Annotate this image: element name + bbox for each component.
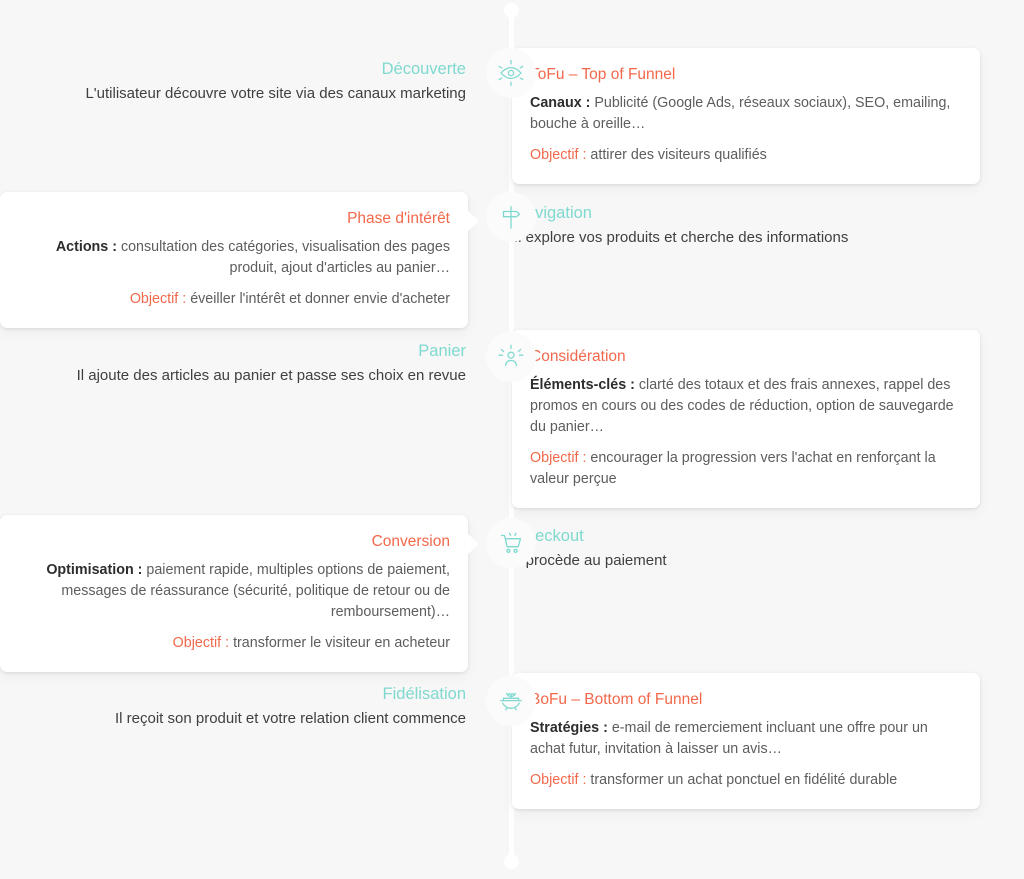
- stage-block-navigation: Navigation Il explore vos produits et ch…: [512, 192, 980, 248]
- stage-title-loyalty: Fidélisation: [382, 685, 466, 703]
- signpost-navigation-icon: [497, 203, 525, 231]
- icon-bubble-consideration: [486, 332, 536, 382]
- card-block-tofu: ToFu – Top of Funnel Canaux : Publicité …: [501, 48, 980, 184]
- timeline-node-checkout[interactable]: [486, 518, 536, 568]
- card-body-objectif: attirer des visiteurs qualifiés: [586, 146, 767, 163]
- stage-block-loyalty: Fidélisation Il reçoit son produit et vo…: [0, 673, 468, 729]
- icon-bubble-discovery: [486, 48, 536, 98]
- card-title-bofu: BoFu – Bottom of Funnel: [530, 691, 703, 708]
- caring-hands-loyalty-icon: [496, 686, 526, 716]
- stage-text-navigation: Navigation Il explore vos produits et ch…: [512, 192, 980, 248]
- card-lead-canaux: Canaux :: [530, 94, 591, 111]
- icon-bubble-checkout: [486, 518, 536, 568]
- icon-bubble-navigation: [486, 192, 536, 242]
- card-paragraph-actions: Actions : consultation des catégories, v…: [18, 237, 450, 279]
- timeline-end-dot: [504, 854, 519, 869]
- stage-description-checkout: Il procède au paiement: [514, 552, 667, 570]
- stage-description-cart: Il ajoute des articles au panier et pass…: [76, 367, 466, 385]
- stage-description-discovery: L'utilisateur découvre votre site via de…: [85, 85, 466, 103]
- stage-block-discovery: Découverte L'utilisateur découvre votre …: [0, 48, 468, 104]
- card-paragraph-optimisation: Optimisation : paiement rapide, multiple…: [18, 560, 450, 623]
- card-title-interest: Phase d'intérêt: [347, 210, 450, 227]
- stage-text-checkout: Checkout Il procède au paiement: [512, 515, 980, 571]
- card-paragraph-objectif: Objectif : transformer le visiteur en ac…: [18, 633, 450, 654]
- stage-description-navigation: Il explore vos produits et cherche des i…: [514, 229, 849, 247]
- detail-card-conversion[interactable]: Conversion Optimisation : paiement rapid…: [0, 515, 479, 672]
- card-block-interest: Phase d'intérêt Actions : consultation d…: [0, 192, 479, 328]
- card-body-objectif: encourager la progression vers l'achat e…: [530, 449, 936, 487]
- card-title-consideration: Considération: [530, 348, 626, 365]
- user-consideration-icon: [496, 342, 526, 372]
- timeline-node-loyalty[interactable]: [486, 676, 536, 726]
- stage-text-cart: Panier Il ajoute des articles au panier …: [0, 330, 468, 386]
- timeline-node-discovery[interactable]: [486, 48, 536, 98]
- card-paragraph-objectif: Objectif : éveiller l'intérêt et donner …: [18, 289, 450, 310]
- card-paragraph-strategies: Stratégies : e-mail de remerciement incl…: [530, 718, 962, 760]
- stage-block-checkout: Checkout Il procède au paiement: [512, 515, 980, 571]
- card-lead-actions: Actions :: [55, 238, 117, 255]
- stage-text-discovery: Découverte L'utilisateur découvre votre …: [0, 48, 468, 104]
- detail-card-tofu[interactable]: ToFu – Top of Funnel Canaux : Publicité …: [501, 48, 980, 184]
- stage-title-discovery: Découverte: [381, 60, 466, 78]
- card-body-objectif: transformer un achat ponctuel en fidélit…: [586, 771, 898, 788]
- detail-card-bofu[interactable]: BoFu – Bottom of Funnel Stratégies : e-m…: [501, 673, 980, 809]
- card-lead-elements-cles: Éléments-clés :: [530, 376, 635, 393]
- card-paragraph-elements-cles: Éléments-clés : clarté des totaux et des…: [530, 375, 962, 438]
- shopping-cart-icon: [497, 529, 525, 557]
- card-body-objectif: transformer le visiteur en acheteur: [229, 634, 450, 651]
- card-title-tofu: ToFu – Top of Funnel: [530, 66, 676, 83]
- timeline-node-navigation[interactable]: [486, 192, 536, 242]
- card-paragraph-objectif: Objectif : encourager la progression ver…: [530, 448, 962, 490]
- eye-discovery-icon: [496, 58, 526, 88]
- card-block-consideration: Considération Éléments-clés : clarté des…: [501, 330, 980, 508]
- card-lead-objectif: Objectif :: [530, 146, 587, 163]
- card-lead-objectif: Objectif :: [129, 290, 187, 307]
- stage-title-cart: Panier: [418, 342, 466, 360]
- card-block-bofu: BoFu – Bottom of Funnel Stratégies : e-m…: [501, 673, 980, 809]
- timeline-node-cart[interactable]: [486, 332, 536, 382]
- card-lead-objectif: Objectif :: [172, 634, 230, 651]
- card-body-actions: consultation des catégories, visualisati…: [116, 238, 450, 276]
- card-title-conversion: Conversion: [371, 533, 450, 550]
- detail-card-consideration[interactable]: Considération Éléments-clés : clarté des…: [501, 330, 980, 508]
- card-block-conversion: Conversion Optimisation : paiement rapid…: [0, 515, 479, 672]
- card-lead-optimisation: Optimisation :: [46, 561, 143, 578]
- card-body-canaux: Publicité (Google Ads, réseaux sociaux),…: [530, 94, 951, 132]
- card-paragraph-objectif: Objectif : attirer des visiteurs qualifi…: [530, 145, 962, 166]
- stage-title-navigation: Navigation: [514, 204, 592, 222]
- card-body-objectif: éveiller l'intérêt et donner envie d'ach…: [186, 290, 450, 307]
- card-paragraph-canaux: Canaux : Publicité (Google Ads, réseaux …: [530, 93, 962, 135]
- icon-bubble-loyalty: [486, 676, 536, 726]
- card-lead-strategies: Stratégies :: [530, 719, 608, 736]
- card-paragraph-objectif: Objectif : transformer un achat ponctuel…: [530, 770, 962, 791]
- detail-card-interest[interactable]: Phase d'intérêt Actions : consultation d…: [0, 192, 479, 328]
- stage-text-loyalty: Fidélisation Il reçoit son produit et vo…: [0, 673, 468, 729]
- card-lead-objectif: Objectif :: [530, 449, 587, 466]
- stage-title-checkout: Checkout: [514, 527, 584, 545]
- stage-block-cart: Panier Il ajoute des articles au panier …: [0, 330, 468, 386]
- card-lead-objectif: Objectif :: [530, 771, 587, 788]
- stage-description-loyalty: Il reçoit son produit et votre relation …: [115, 710, 466, 728]
